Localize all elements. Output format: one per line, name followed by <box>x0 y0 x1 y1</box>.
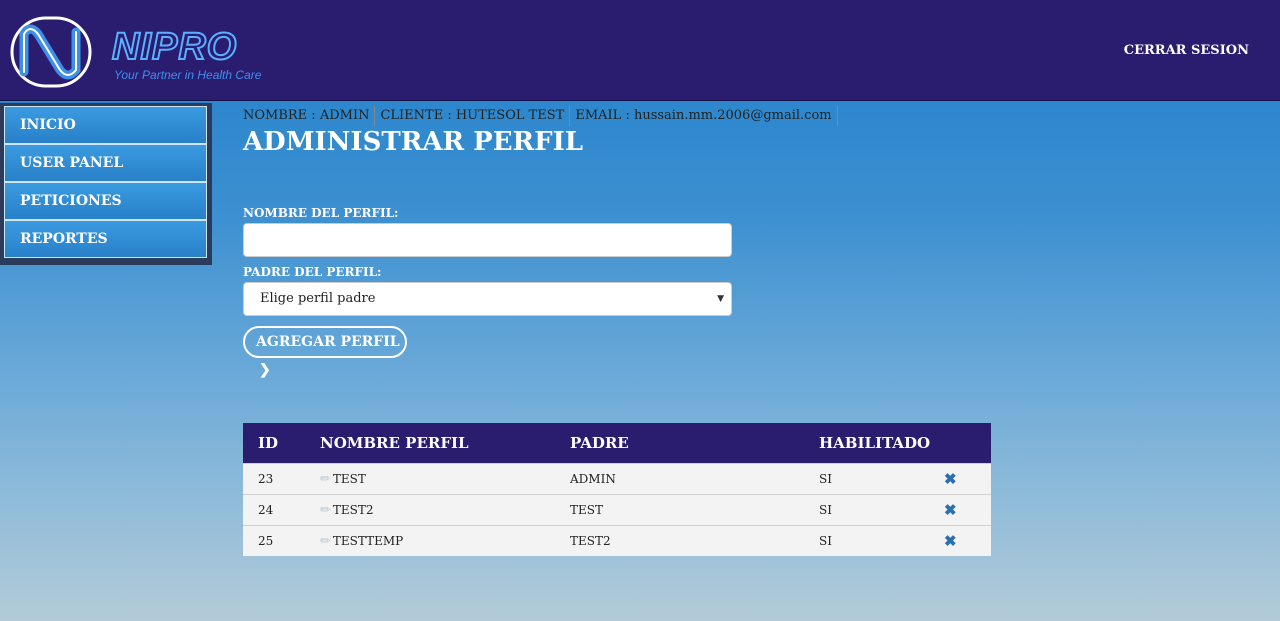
user-email: EMAIL : hussain.mm.2006@gmail.com <box>570 106 838 126</box>
cell-name: ✏ TESTTEMP <box>320 526 403 557</box>
cell-name-text: TEST2 <box>332 503 374 517</box>
table-row: 25 ✏ TESTTEMP TEST2 SI ✖ <box>243 525 991 556</box>
cell-name-text: TEST <box>332 472 366 486</box>
close-icon[interactable]: ✖ <box>944 526 957 557</box>
sidebar-item-user-panel[interactable]: USER PANEL <box>4 144 207 182</box>
logo-mark-icon <box>10 16 92 88</box>
close-icon[interactable]: ✖ <box>944 495 957 526</box>
sidebar-item-reportes[interactable]: REPORTES <box>4 220 207 258</box>
cell-parent: TEST2 <box>570 534 611 548</box>
cell-parent: ADMIN <box>570 472 616 486</box>
profile-name-label: NOMBRE DEL PERFIL: <box>243 206 399 220</box>
cell-name: ✏ TEST2 <box>320 495 374 526</box>
page-title: ADMINISTRAR PERFIL <box>243 127 584 157</box>
cell-id: 25 <box>258 534 274 548</box>
header-name: NOMBRE PERFIL <box>320 434 469 452</box>
cell-enabled: SI <box>819 534 832 548</box>
cell-enabled: SI <box>819 472 832 486</box>
profile-parent-select[interactable]: Elige perfil padre ▼ <box>243 282 732 316</box>
header-parent: PADRE <box>570 434 629 452</box>
user-name: NOMBRE : ADMIN <box>243 106 376 126</box>
cell-name: ✏ TEST <box>320 464 366 495</box>
table-row: 23 ✏ TEST ADMIN SI ✖ <box>243 463 991 494</box>
table-row: 24 ✏ TEST2 TEST SI ✖ <box>243 494 991 525</box>
chevron-down-icon: ▼ <box>717 294 724 304</box>
pencil-icon[interactable]: ✏ <box>320 472 331 487</box>
add-profile-button[interactable]: AGREGAR PERFIL ❯ <box>243 326 407 378</box>
user-info-bar: NOMBRE : ADMIN CLIENTE : HUTESOL TEST EM… <box>243 106 838 126</box>
profile-name-input[interactable] <box>243 223 732 257</box>
pencil-icon[interactable]: ✏ <box>320 534 331 549</box>
chevron-right-icon: ❯ <box>259 362 271 378</box>
client-name: CLIENTE : HUTESOL TEST <box>375 106 571 126</box>
cell-name-text: TESTTEMP <box>332 534 404 548</box>
logo-tagline: Your Partner in Health Care <box>114 68 262 82</box>
logout-link[interactable]: CERRAR SESION <box>1124 43 1249 58</box>
sidebar-item-peticiones[interactable]: PETICIONES <box>4 182 207 220</box>
sidebar-item-inicio[interactable]: INICIO <box>4 106 207 144</box>
profile-parent-selected: Elige perfil padre <box>260 291 376 306</box>
table-header: ID NOMBRE PERFIL PADRE HABILITADO <box>243 423 991 463</box>
cell-id: 23 <box>258 472 274 486</box>
header: NIPRO Your Partner in Health Care CERRAR… <box>0 0 1280 101</box>
cell-id: 24 <box>258 503 274 517</box>
sidebar: INICIO USER PANEL PETICIONES REPORTES <box>0 103 212 265</box>
add-profile-label: AGREGAR PERFIL <box>256 334 400 350</box>
close-icon[interactable]: ✖ <box>944 464 957 495</box>
profile-parent-label: PADRE DEL PERFIL: <box>243 265 382 279</box>
cell-parent: TEST <box>570 503 603 517</box>
logo-text: NIPRO <box>111 26 238 68</box>
header-enabled: HABILITADO <box>819 434 931 452</box>
cell-enabled: SI <box>819 503 832 517</box>
pencil-icon[interactable]: ✏ <box>320 503 331 518</box>
header-id: ID <box>258 434 279 452</box>
profiles-table: ID NOMBRE PERFIL PADRE HABILITADO 23 ✏ TE… <box>243 423 991 556</box>
